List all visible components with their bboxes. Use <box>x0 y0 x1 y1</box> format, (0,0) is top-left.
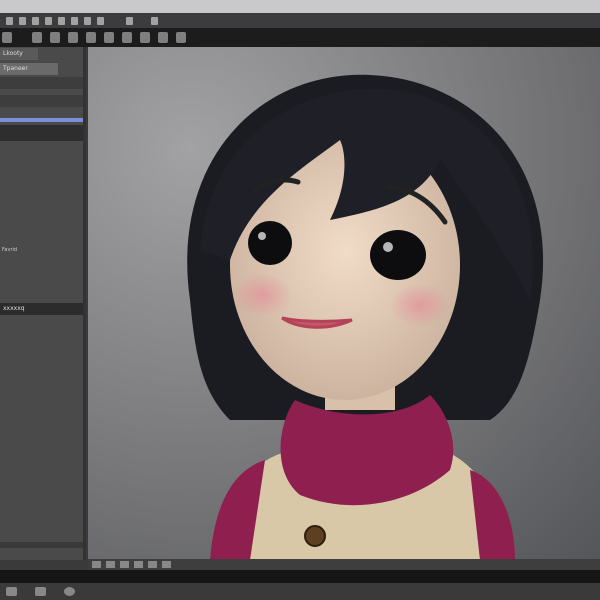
panel-slider[interactable] <box>0 77 83 89</box>
view-icon[interactable] <box>106 561 115 568</box>
panel-scrollbar[interactable] <box>0 542 83 548</box>
view-icon[interactable] <box>120 561 129 568</box>
panel-icon[interactable] <box>35 587 46 596</box>
tool-icon[interactable] <box>104 32 114 43</box>
view-icon[interactable] <box>148 561 157 568</box>
tool-bar <box>0 28 600 47</box>
timeline-bar <box>0 570 600 583</box>
section-header[interactable]: xxxxxq <box>0 303 83 315</box>
viewport-toolbar <box>88 559 600 570</box>
view-icon[interactable] <box>162 561 171 568</box>
group-label: Favrid <box>2 247 18 253</box>
menu-bar <box>0 13 600 28</box>
left-eye <box>248 221 292 265</box>
view-icon[interactable] <box>134 561 143 568</box>
menu-icon[interactable] <box>126 16 133 25</box>
layout-icon[interactable] <box>6 587 17 596</box>
tool-icon[interactable] <box>122 32 132 43</box>
properties-panel: Lkooty Tpaneer Favrid xxxxxq <box>0 47 86 560</box>
menu-icon[interactable] <box>45 16 52 25</box>
status-bar <box>0 583 600 600</box>
menu-icon[interactable] <box>6 16 13 25</box>
render-icon[interactable] <box>64 587 75 596</box>
tool-icon[interactable] <box>86 32 96 43</box>
panel-dropdown[interactable]: Tpaneer <box>0 63 58 75</box>
tool-icon[interactable] <box>158 32 168 43</box>
right-eye <box>370 230 426 280</box>
menu-icon[interactable] <box>151 16 158 25</box>
selection-bar[interactable] <box>0 118 83 122</box>
tool-icon[interactable] <box>32 32 42 43</box>
panel-header <box>0 125 83 141</box>
3d-viewport[interactable] <box>88 47 600 559</box>
menu-icon[interactable] <box>71 16 78 25</box>
tool-icon[interactable] <box>176 32 186 43</box>
tool-icon[interactable] <box>50 32 60 43</box>
vest-button <box>304 525 326 547</box>
tool-icon[interactable] <box>140 32 150 43</box>
tool-icon[interactable] <box>68 32 78 43</box>
character-render <box>187 74 544 559</box>
menu-icon[interactable] <box>19 16 26 25</box>
view-icon[interactable] <box>92 561 101 568</box>
menu-icon[interactable] <box>97 16 104 25</box>
panel-field[interactable]: Lkooty <box>0 48 38 60</box>
panel-slider[interactable] <box>0 95 83 107</box>
title-bar <box>0 0 600 13</box>
menu-icon[interactable] <box>32 16 39 25</box>
menu-icon[interactable] <box>84 16 91 25</box>
menu-icon[interactable] <box>58 16 65 25</box>
tool-icon[interactable] <box>2 32 12 43</box>
